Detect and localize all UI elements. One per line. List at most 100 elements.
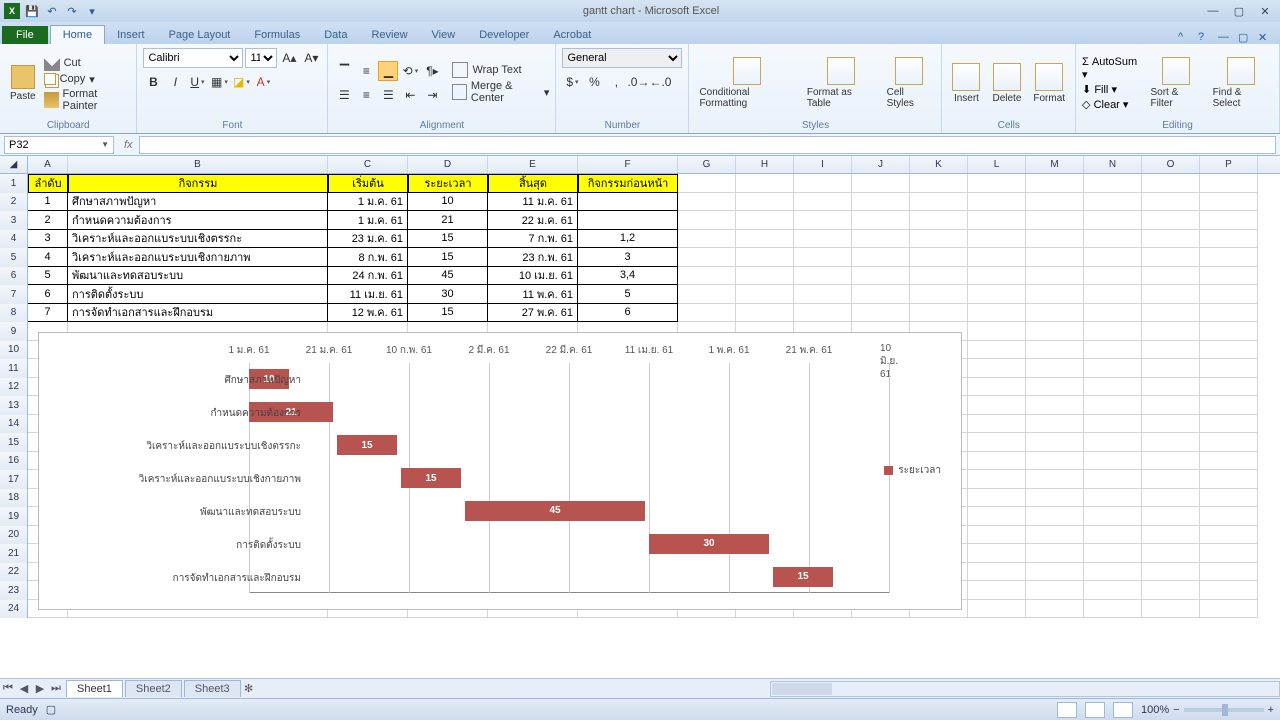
copy-button[interactable]: Copy ▾ — [44, 73, 131, 86]
row-header[interactable]: 7 — [0, 285, 28, 304]
cell-O23[interactable] — [1142, 581, 1200, 600]
cell-F7[interactable]: 5 — [578, 285, 678, 304]
cell-P11[interactable] — [1200, 359, 1258, 378]
cell-O6[interactable] — [1142, 267, 1200, 286]
column-header-K[interactable]: K — [910, 156, 968, 173]
font-size-select[interactable]: 11 — [245, 48, 277, 68]
cell-M16[interactable] — [1026, 452, 1084, 471]
cell-P16[interactable] — [1200, 452, 1258, 471]
cell-P15[interactable] — [1200, 433, 1258, 452]
column-header-H[interactable]: H — [736, 156, 794, 173]
cell-G5[interactable] — [678, 248, 736, 267]
cell-K5[interactable] — [910, 248, 968, 267]
cell-M24[interactable] — [1026, 600, 1084, 619]
cell-O1[interactable] — [1142, 174, 1200, 193]
cell-L6[interactable] — [968, 267, 1026, 286]
tab-first-button[interactable]: ⏮ — [0, 682, 16, 695]
cell-N2[interactable] — [1084, 193, 1142, 212]
cell-L18[interactable] — [968, 489, 1026, 508]
cell-G7[interactable] — [678, 285, 736, 304]
cell-N14[interactable] — [1084, 415, 1142, 434]
cell-A2[interactable]: 1 — [28, 193, 68, 212]
cell-H4[interactable] — [736, 230, 794, 249]
cell-E5[interactable]: 23 ก.พ. 61 — [488, 248, 578, 267]
row-header[interactable]: 14 — [0, 415, 28, 434]
cell-P7[interactable] — [1200, 285, 1258, 304]
cell-N9[interactable] — [1084, 322, 1142, 341]
doc-min-icon[interactable]: — — [1218, 31, 1234, 44]
cell-L24[interactable] — [968, 600, 1026, 619]
cell-J7[interactable] — [852, 285, 910, 304]
cell-P3[interactable] — [1200, 211, 1258, 230]
cell-E2[interactable]: 11 ม.ค. 61 — [488, 193, 578, 212]
cell-L19[interactable] — [968, 507, 1026, 526]
insert-cells-button[interactable]: Insert — [948, 61, 984, 106]
decrease-indent-button[interactable]: ⇤ — [400, 85, 420, 105]
cell-L20[interactable] — [968, 526, 1026, 545]
column-header-N[interactable]: N — [1084, 156, 1142, 173]
cell-L14[interactable] — [968, 415, 1026, 434]
cell-D6[interactable]: 45 — [408, 267, 488, 286]
name-box[interactable]: P32▼ — [4, 136, 114, 154]
cell-D7[interactable]: 30 — [408, 285, 488, 304]
zoom-slider[interactable] — [1184, 708, 1264, 712]
column-header-O[interactable]: O — [1142, 156, 1200, 173]
cell-I5[interactable] — [794, 248, 852, 267]
cell-O24[interactable] — [1142, 600, 1200, 619]
tab-insert[interactable]: Insert — [105, 26, 157, 44]
cell-P21[interactable] — [1200, 544, 1258, 563]
cell-styles-button[interactable]: Cell Styles — [883, 55, 936, 111]
cell-I2[interactable] — [794, 193, 852, 212]
cell-J4[interactable] — [852, 230, 910, 249]
cell-D1[interactable]: ระยะเวลา — [408, 174, 488, 193]
column-header-G[interactable]: G — [678, 156, 736, 173]
align-top-button[interactable]: ▔ — [334, 61, 354, 81]
cell-B3[interactable]: กำหนดความต้องการ — [68, 211, 328, 230]
sheet-tab-1[interactable]: Sheet1 — [66, 680, 123, 697]
sheet-tab-2[interactable]: Sheet2 — [125, 680, 182, 697]
cell-I7[interactable] — [794, 285, 852, 304]
cell-F2[interactable] — [578, 193, 678, 212]
row-header[interactable]: 19 — [0, 507, 28, 526]
row-header[interactable]: 23 — [0, 581, 28, 600]
cell-O20[interactable] — [1142, 526, 1200, 545]
increase-indent-button[interactable]: ⇥ — [422, 85, 442, 105]
cell-C6[interactable]: 24 ก.พ. 61 — [328, 267, 408, 286]
cell-C4[interactable]: 23 ม.ค. 61 — [328, 230, 408, 249]
cell-L7[interactable] — [968, 285, 1026, 304]
ribbon-minimize-icon[interactable]: ^ — [1178, 31, 1194, 44]
cell-E3[interactable]: 22 ม.ค. 61 — [488, 211, 578, 230]
tab-developer[interactable]: Developer — [467, 26, 541, 44]
cell-F6[interactable]: 3,4 — [578, 267, 678, 286]
cell-P2[interactable] — [1200, 193, 1258, 212]
cut-button[interactable]: Cut — [44, 55, 131, 71]
cell-N18[interactable] — [1084, 489, 1142, 508]
align-left-button[interactable]: ☰ — [334, 85, 354, 105]
cell-J2[interactable] — [852, 193, 910, 212]
normal-view-button[interactable] — [1057, 702, 1077, 718]
column-header-P[interactable]: P — [1200, 156, 1258, 173]
row-header[interactable]: 18 — [0, 489, 28, 508]
row-header[interactable]: 17 — [0, 470, 28, 489]
new-sheet-button[interactable]: ✻ — [241, 682, 257, 695]
comma-button[interactable]: , — [606, 72, 626, 92]
cell-L10[interactable] — [968, 341, 1026, 360]
cell-L13[interactable] — [968, 396, 1026, 415]
tab-prev-button[interactable]: ◀ — [16, 682, 32, 695]
cell-O15[interactable] — [1142, 433, 1200, 452]
cell-J1[interactable] — [852, 174, 910, 193]
cell-N20[interactable] — [1084, 526, 1142, 545]
cell-F8[interactable]: 6 — [578, 304, 678, 323]
cell-N13[interactable] — [1084, 396, 1142, 415]
row-header[interactable]: 9 — [0, 322, 28, 341]
cell-L11[interactable] — [968, 359, 1026, 378]
cell-C5[interactable]: 8 ก.พ. 61 — [328, 248, 408, 267]
row-header[interactable]: 21 — [0, 544, 28, 563]
cell-C7[interactable]: 11 เม.ย. 61 — [328, 285, 408, 304]
cell-P1[interactable] — [1200, 174, 1258, 193]
align-middle-button[interactable]: ≡ — [356, 61, 376, 81]
tab-next-button[interactable]: ▶ — [32, 682, 48, 695]
cell-K8[interactable] — [910, 304, 968, 323]
cell-H5[interactable] — [736, 248, 794, 267]
cell-P22[interactable] — [1200, 563, 1258, 582]
